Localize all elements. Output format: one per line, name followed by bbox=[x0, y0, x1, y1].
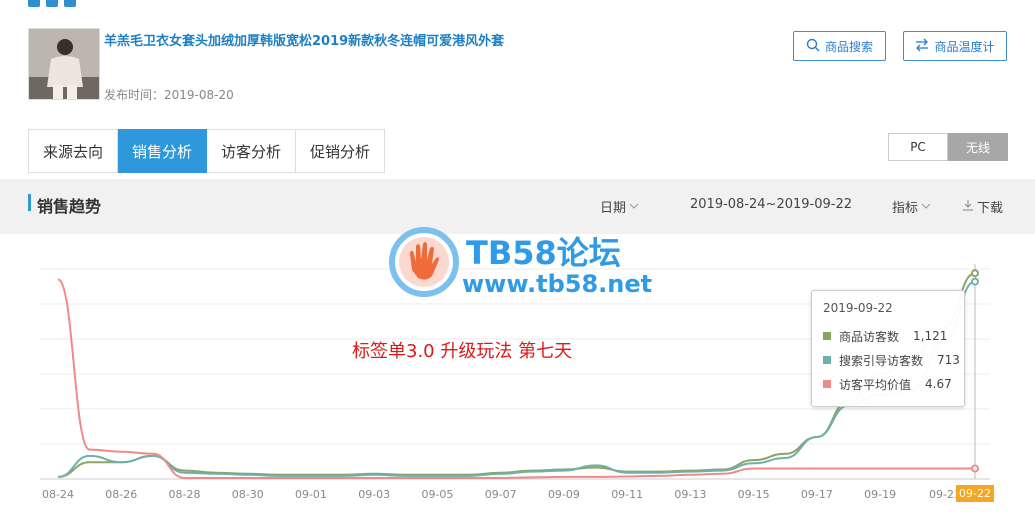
tab-sales-analysis[interactable]: 销售分析 bbox=[118, 129, 208, 173]
x-tick-label: 09-09 bbox=[547, 488, 580, 501]
metric-dropdown-label: 指标 bbox=[892, 201, 919, 216]
chevron-down-icon bbox=[629, 199, 639, 214]
product-search-button[interactable]: 商品搜索 bbox=[793, 31, 886, 61]
x-tick-label: 08-30 bbox=[231, 488, 264, 501]
x-tick-label: 09-13 bbox=[674, 488, 707, 501]
product-thumbnail[interactable] bbox=[28, 28, 100, 100]
tooltip-label: 搜索引导访客数 bbox=[839, 353, 924, 368]
product-summary: 羊羔毛卫衣女套头加绒加厚韩版宽松2019新款秋冬连帽可爱港风外套 发布时间：20… bbox=[28, 28, 648, 102]
product-thermometer-button[interactable]: 商品温度计 bbox=[903, 31, 1007, 61]
device-pc-button[interactable]: PC bbox=[888, 133, 948, 161]
chevron-down-icon bbox=[921, 199, 931, 214]
analysis-tabs: 来源去向 销售分析 访客分析 促销分析 bbox=[28, 129, 386, 173]
header-fragment bbox=[28, 0, 108, 7]
legend-swatch bbox=[823, 380, 831, 388]
x-tick-label: 09-17 bbox=[800, 488, 833, 501]
tooltip-label: 商品访客数 bbox=[839, 329, 900, 344]
section-title: 销售趋势 bbox=[37, 197, 102, 216]
download-label: 下载 bbox=[977, 201, 1004, 216]
x-tick-label: 09-19 bbox=[864, 488, 897, 501]
x-tick-label-highlighted: 09-22 bbox=[956, 485, 994, 502]
x-tick-label: 09-03 bbox=[358, 488, 391, 501]
tooltip-value: 713 bbox=[937, 353, 960, 367]
series-end-point[interactable] bbox=[971, 277, 979, 286]
tooltip-value: 1,121 bbox=[913, 329, 948, 343]
date-dropdown-label: 日期 bbox=[600, 201, 627, 216]
x-tick-label: 09-01 bbox=[294, 488, 327, 501]
legend-swatch bbox=[823, 332, 831, 340]
x-tick-label: 09-05 bbox=[421, 488, 454, 501]
tab-promotion-analysis[interactable]: 促销分析 bbox=[296, 129, 386, 173]
x-tick-label: 09-15 bbox=[737, 488, 770, 501]
x-tick-label: 08-26 bbox=[105, 488, 138, 501]
x-tick-label: 08-28 bbox=[168, 488, 201, 501]
product-thermometer-label: 商品温度计 bbox=[934, 39, 995, 54]
tooltip-row: 搜索引导访客数 713 bbox=[823, 348, 964, 372]
download-icon bbox=[962, 199, 974, 215]
metric-dropdown[interactable]: 指标 bbox=[892, 197, 931, 216]
swap-icon bbox=[915, 38, 929, 55]
tooltip-value: 4.67 bbox=[925, 377, 952, 391]
watermark-url: www.tb58.net bbox=[462, 270, 653, 298]
tooltip-date: 2019-09-22 bbox=[823, 301, 893, 315]
section-accent bbox=[28, 194, 31, 211]
publish-time: 发布时间：2019-08-20 bbox=[104, 88, 234, 102]
tooltip-row: 商品访客数 1,121 bbox=[823, 324, 964, 348]
download-button[interactable]: 下载 bbox=[962, 197, 1003, 216]
x-tick-label: 09-07 bbox=[484, 488, 517, 501]
legend-swatch bbox=[823, 356, 831, 364]
search-icon bbox=[806, 38, 820, 55]
date-dropdown[interactable]: 日期 bbox=[600, 197, 639, 216]
series-end-point[interactable] bbox=[971, 464, 979, 473]
series-end-point[interactable] bbox=[971, 269, 979, 278]
tooltip-row: 访客平均价值 4.67 bbox=[823, 372, 964, 396]
product-title[interactable]: 羊羔毛卫衣女套头加绒加厚韩版宽松2019新款秋冬连帽可爱港风外套 bbox=[104, 30, 504, 49]
watermark-logo bbox=[388, 226, 460, 298]
sales-trend-bar: 销售趋势 日期 2019-08-24~2019-09-22 指标 下载 bbox=[0, 179, 1035, 234]
chart-annotation: 标签单3.0 升级玩法 第七天 bbox=[352, 341, 573, 362]
chart-tooltip: 2019-09-22 商品访客数 1,121 搜索引导访客数 713 访客平均价… bbox=[811, 290, 965, 407]
x-tick-label: 09-11 bbox=[611, 488, 644, 501]
tooltip-label: 访客平均价值 bbox=[839, 377, 912, 392]
device-wireless-button[interactable]: 无线 bbox=[948, 133, 1008, 161]
device-toggle: PC 无线 bbox=[888, 133, 1008, 161]
x-tick-label: 08-24 bbox=[42, 488, 74, 501]
tab-source[interactable]: 来源去向 bbox=[29, 129, 119, 173]
product-search-label: 商品搜索 bbox=[824, 39, 873, 54]
tab-visitor-analysis[interactable]: 访客分析 bbox=[207, 129, 297, 173]
watermark-title: TB58论坛 bbox=[466, 234, 621, 272]
date-range[interactable]: 2019-08-24~2019-09-22 bbox=[690, 197, 852, 212]
